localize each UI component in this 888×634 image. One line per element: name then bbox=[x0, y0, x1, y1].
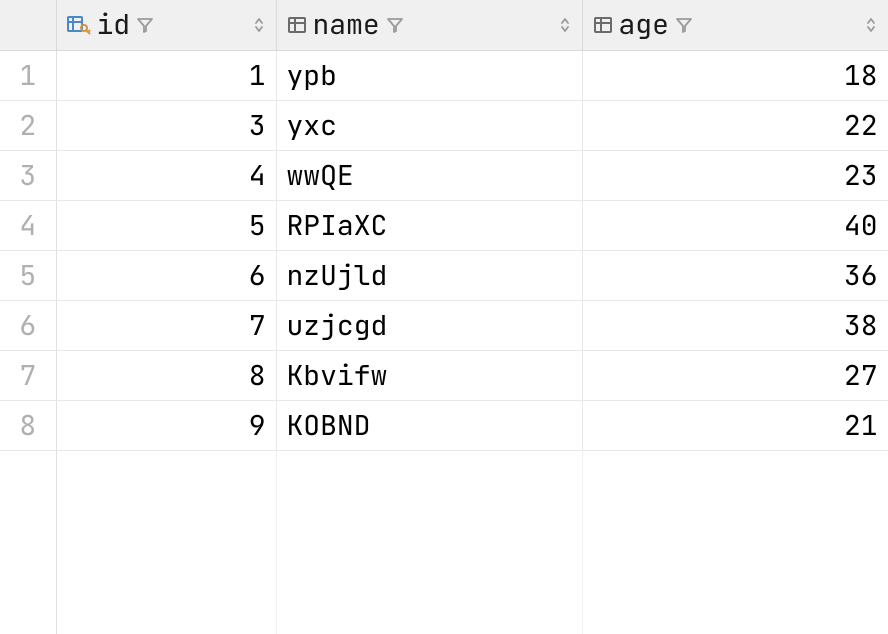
sort-icon[interactable] bbox=[864, 16, 878, 34]
column-header-age[interactable]: age bbox=[582, 0, 888, 50]
filter-icon[interactable] bbox=[136, 16, 154, 34]
table-body: 1 1 ypb 18 2 3 yxc 22 3 4 wwQE 23 4 5 RP… bbox=[0, 50, 888, 634]
cell-age[interactable]: 40 bbox=[582, 200, 888, 250]
sort-icon[interactable] bbox=[558, 16, 572, 34]
row-number[interactable]: 2 bbox=[0, 100, 56, 150]
row-number[interactable]: 7 bbox=[0, 350, 56, 400]
empty-row bbox=[0, 600, 888, 634]
cell-age[interactable]: 21 bbox=[582, 400, 888, 450]
cell-name[interactable]: wwQE bbox=[276, 150, 582, 200]
column-label: name bbox=[313, 6, 380, 43]
empty-row bbox=[0, 550, 888, 600]
row-number[interactable]: 6 bbox=[0, 300, 56, 350]
data-table: id bbox=[0, 0, 888, 634]
empty-row bbox=[0, 500, 888, 550]
column-icon bbox=[287, 16, 307, 34]
cell-id[interactable]: 1 bbox=[56, 50, 276, 100]
cell-id[interactable]: 5 bbox=[56, 200, 276, 250]
cell-name[interactable]: RPIaXC bbox=[276, 200, 582, 250]
cell-age[interactable]: 22 bbox=[582, 100, 888, 150]
cell-age[interactable]: 27 bbox=[582, 350, 888, 400]
sort-icon[interactable] bbox=[252, 16, 266, 34]
cell-name[interactable]: uzjcgd bbox=[276, 300, 582, 350]
row-number[interactable]: 3 bbox=[0, 150, 56, 200]
table-row[interactable]: 4 5 RPIaXC 40 bbox=[0, 200, 888, 250]
cell-name[interactable]: ypb bbox=[276, 50, 582, 100]
cell-age[interactable]: 38 bbox=[582, 300, 888, 350]
cell-id[interactable]: 4 bbox=[56, 150, 276, 200]
empty-row bbox=[0, 450, 888, 500]
row-number[interactable]: 1 bbox=[0, 50, 56, 100]
cell-age[interactable]: 23 bbox=[582, 150, 888, 200]
cell-id[interactable]: 3 bbox=[56, 100, 276, 150]
table-row[interactable]: 8 9 KOBND 21 bbox=[0, 400, 888, 450]
cell-name[interactable]: KOBND bbox=[276, 400, 582, 450]
cell-name[interactable]: Kbvifw bbox=[276, 350, 582, 400]
row-number-header[interactable] bbox=[0, 0, 56, 50]
row-number[interactable]: 8 bbox=[0, 400, 56, 450]
filter-icon[interactable] bbox=[386, 16, 404, 34]
primary-key-icon bbox=[67, 15, 91, 35]
cell-age[interactable]: 18 bbox=[582, 50, 888, 100]
table-header-row: id bbox=[0, 0, 888, 50]
cell-id[interactable]: 6 bbox=[56, 250, 276, 300]
filter-icon[interactable] bbox=[675, 16, 693, 34]
cell-name[interactable]: nzUjld bbox=[276, 250, 582, 300]
cell-id[interactable]: 9 bbox=[56, 400, 276, 450]
cell-age[interactable]: 36 bbox=[582, 250, 888, 300]
cell-id[interactable]: 7 bbox=[56, 300, 276, 350]
column-header-name[interactable]: name bbox=[276, 0, 582, 50]
table-row[interactable]: 2 3 yxc 22 bbox=[0, 100, 888, 150]
table-row[interactable]: 5 6 nzUjld 36 bbox=[0, 250, 888, 300]
table-row[interactable]: 1 1 ypb 18 bbox=[0, 50, 888, 100]
column-label: id bbox=[97, 6, 131, 43]
cell-name[interactable]: yxc bbox=[276, 100, 582, 150]
table-row[interactable]: 6 7 uzjcgd 38 bbox=[0, 300, 888, 350]
table-row[interactable]: 7 8 Kbvifw 27 bbox=[0, 350, 888, 400]
column-header-id[interactable]: id bbox=[56, 0, 276, 50]
row-number[interactable]: 5 bbox=[0, 250, 56, 300]
cell-id[interactable]: 8 bbox=[56, 350, 276, 400]
column-label: age bbox=[619, 6, 669, 43]
table-row[interactable]: 3 4 wwQE 23 bbox=[0, 150, 888, 200]
row-number[interactable]: 4 bbox=[0, 200, 56, 250]
column-icon bbox=[593, 16, 613, 34]
